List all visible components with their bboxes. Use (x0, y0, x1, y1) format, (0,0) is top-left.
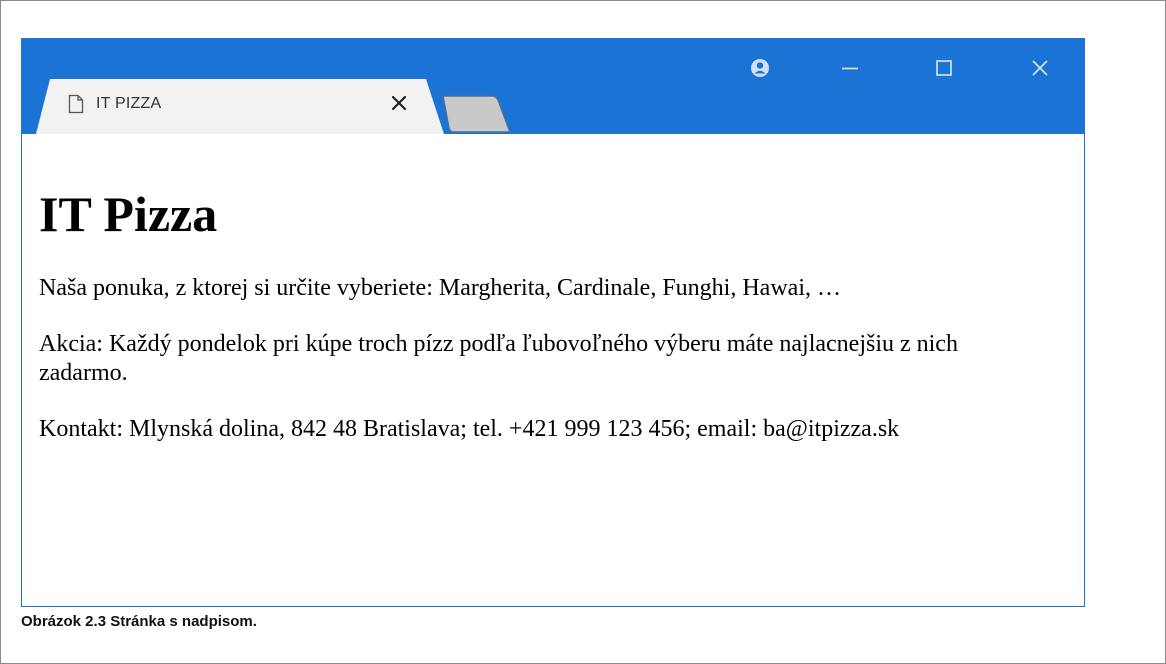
new-tab-button[interactable] (440, 94, 512, 134)
menu-paragraph: Naša ponuka, z ktorej si určite vyberiet… (39, 275, 841, 301)
maximize-icon[interactable] (926, 53, 962, 83)
page-heading: IT Pizza (39, 186, 218, 242)
browser-window: IT PIZZA IT Pizza Naša ponuka, z ktorej … (21, 38, 1085, 607)
promo-paragraph: Akcia: Každý pondelok pri kúpe troch píz… (39, 331, 958, 386)
page-content: IT Pizza Naša ponuka, z ktorej si určite… (22, 134, 1084, 444)
tab-it-pizza[interactable]: IT PIZZA (36, 79, 466, 134)
profile-icon[interactable] (742, 53, 778, 83)
title-bar: IT PIZZA (22, 39, 1084, 134)
document-icon (68, 94, 84, 114)
minimize-icon[interactable] (832, 53, 868, 83)
contact-paragraph: Kontakt: Mlynská dolina, 842 48 Bratisla… (39, 416, 900, 442)
figure-caption: Obrázok 2.3 Stránka s nadpisom. (21, 613, 257, 630)
tab-title: IT PIZZA (96, 95, 162, 112)
window-close-icon[interactable] (1022, 53, 1058, 83)
tab-close-icon[interactable] (388, 92, 410, 114)
